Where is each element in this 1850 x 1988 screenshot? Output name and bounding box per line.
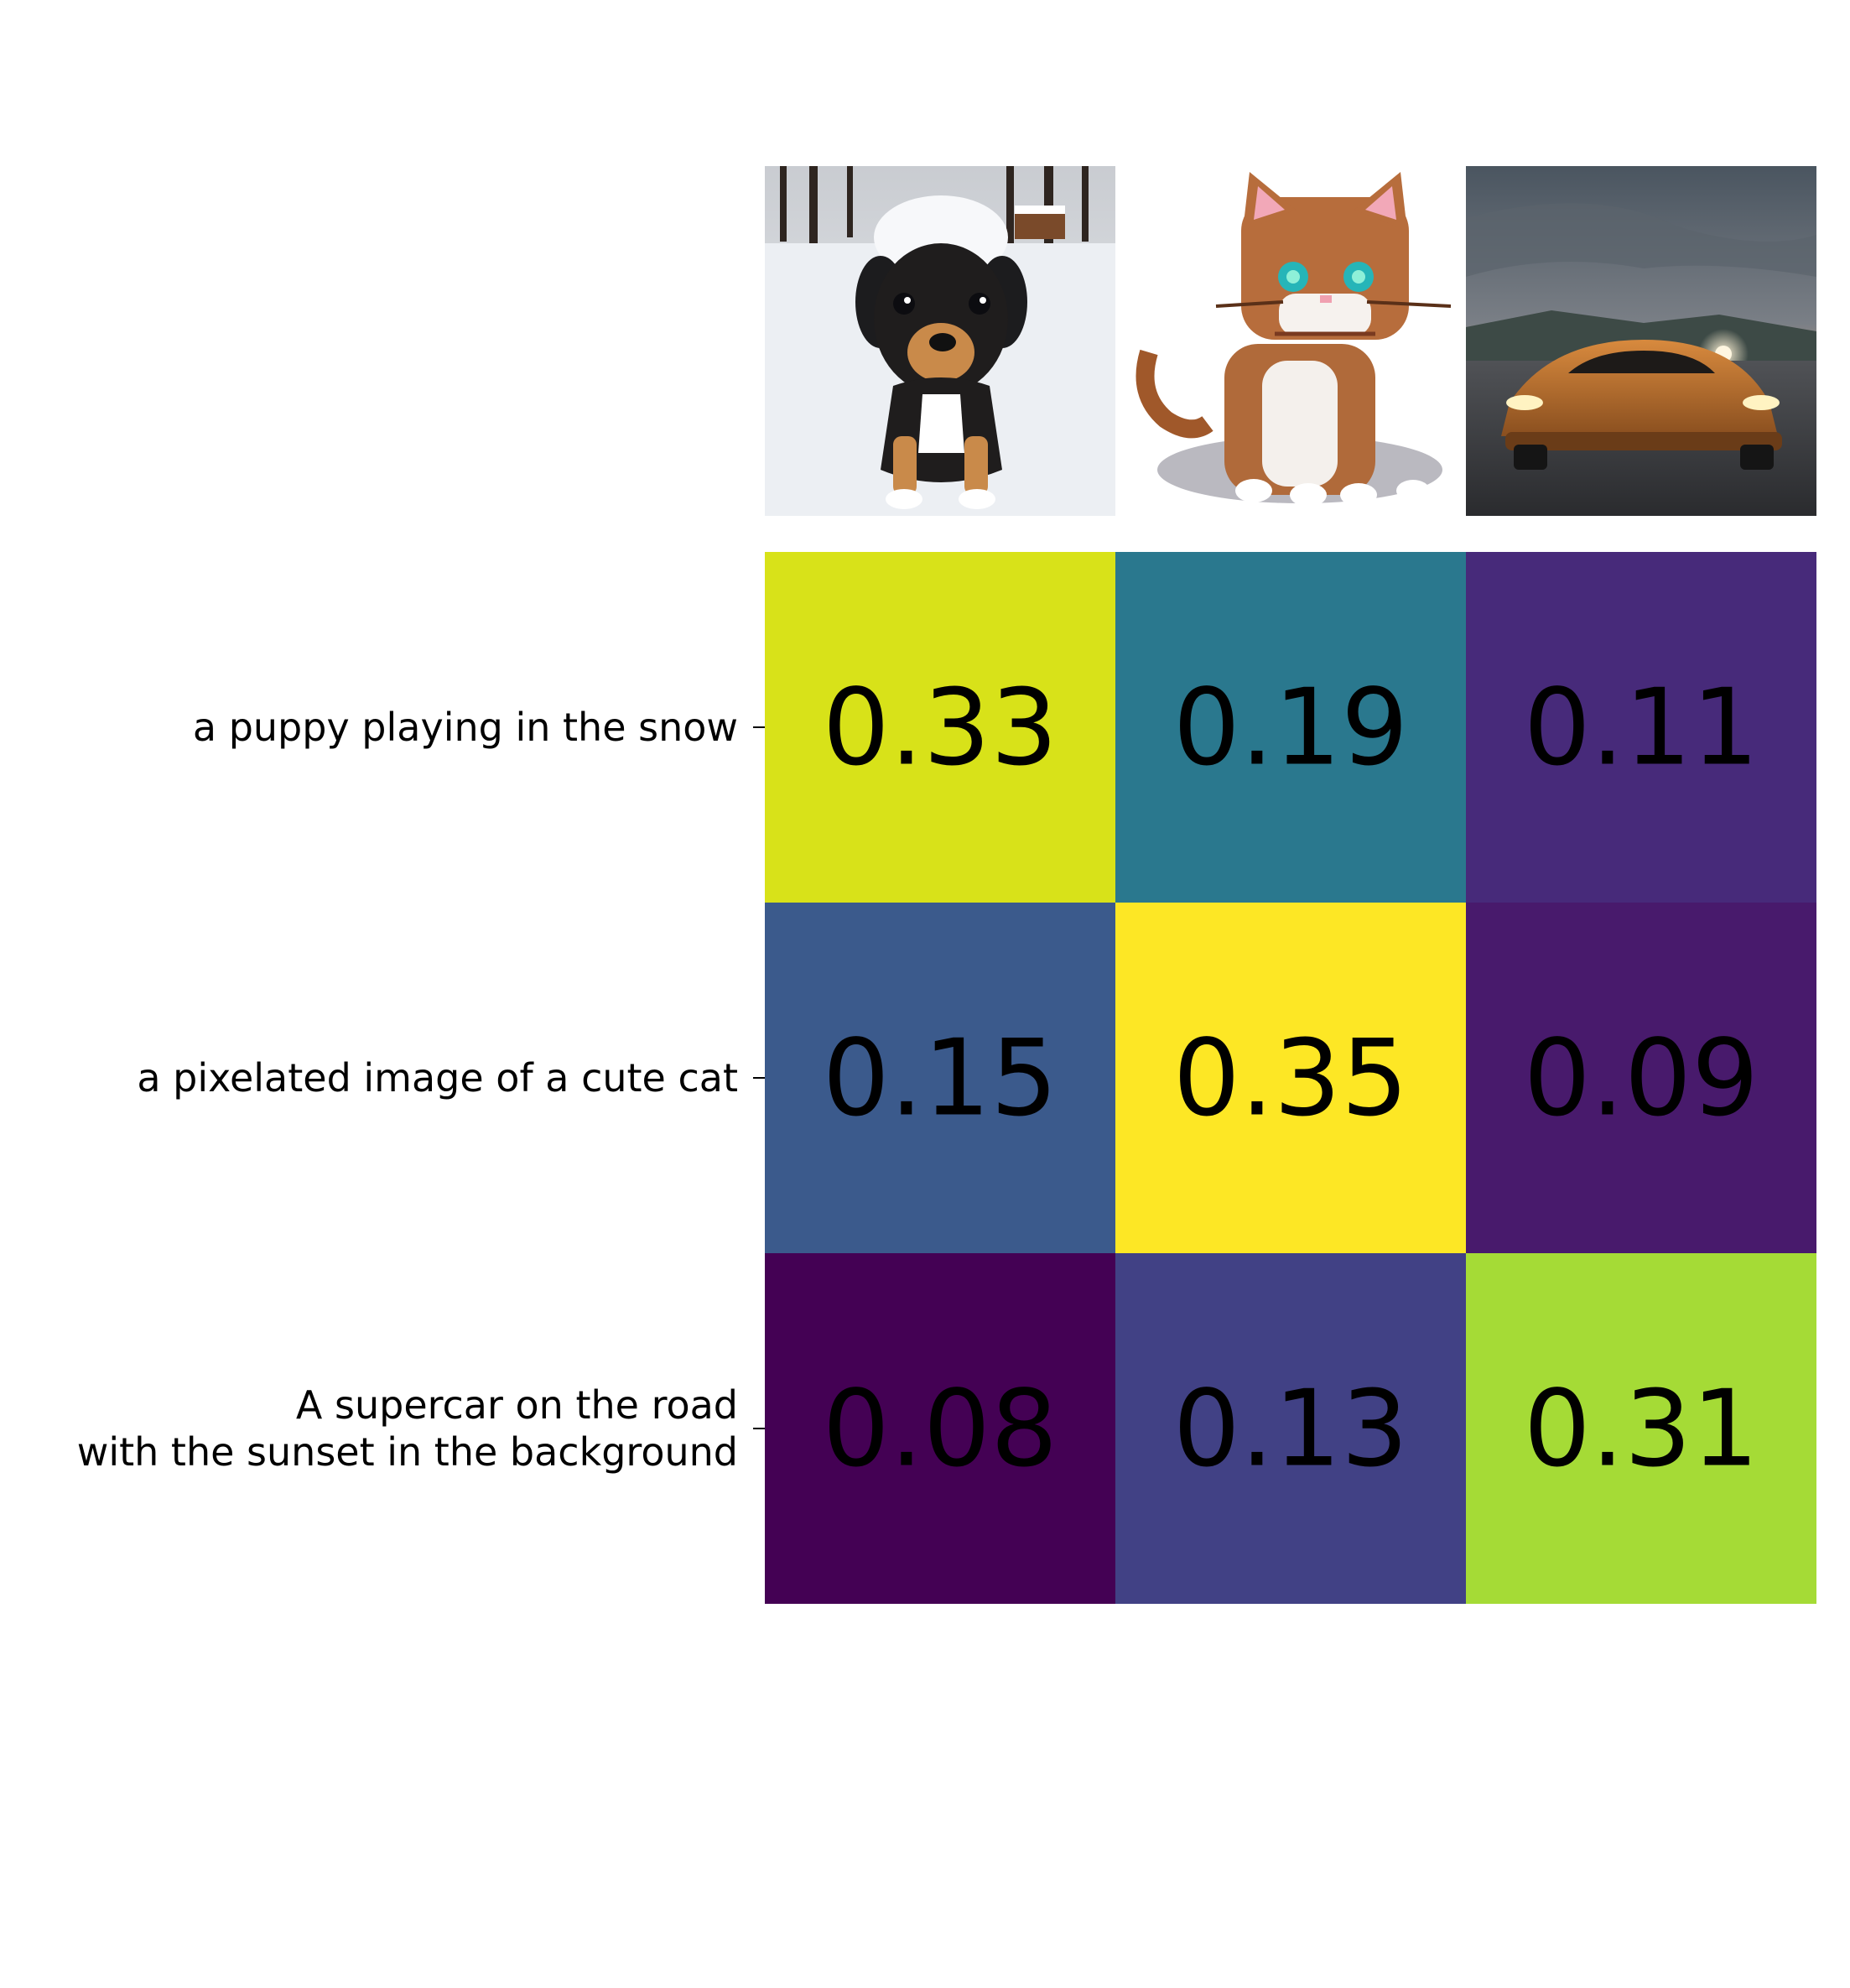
cell-value-r2-c2: 0.31 (1524, 1367, 1759, 1491)
y-axis-ticks (753, 726, 765, 1429)
cell-value-r0-c1: 0.19 (1173, 666, 1409, 789)
cell-value-r0-c0: 0.33 (823, 666, 1058, 789)
column-image-supercar (1466, 166, 1816, 516)
similarity-heatmap-figure: 0.33 0.19 0.11 0.15 0.35 0.09 0.08 0.13 0.31 (753, 166, 1816, 1604)
cell-value-r1-c1: 0.35 (1173, 1017, 1409, 1140)
column-image-cat (1135, 172, 1452, 507)
cell-value-r1-c0: 0.15 (823, 1017, 1058, 1140)
cell-value-r0-c2: 0.11 (1524, 666, 1759, 789)
column-image-puppy (765, 166, 1115, 516)
cell-value-r2-c0: 0.08 (823, 1367, 1058, 1491)
cell-value-r1-c2: 0.09 (1524, 1017, 1759, 1140)
cell-value-r2-c1: 0.13 (1173, 1367, 1409, 1491)
